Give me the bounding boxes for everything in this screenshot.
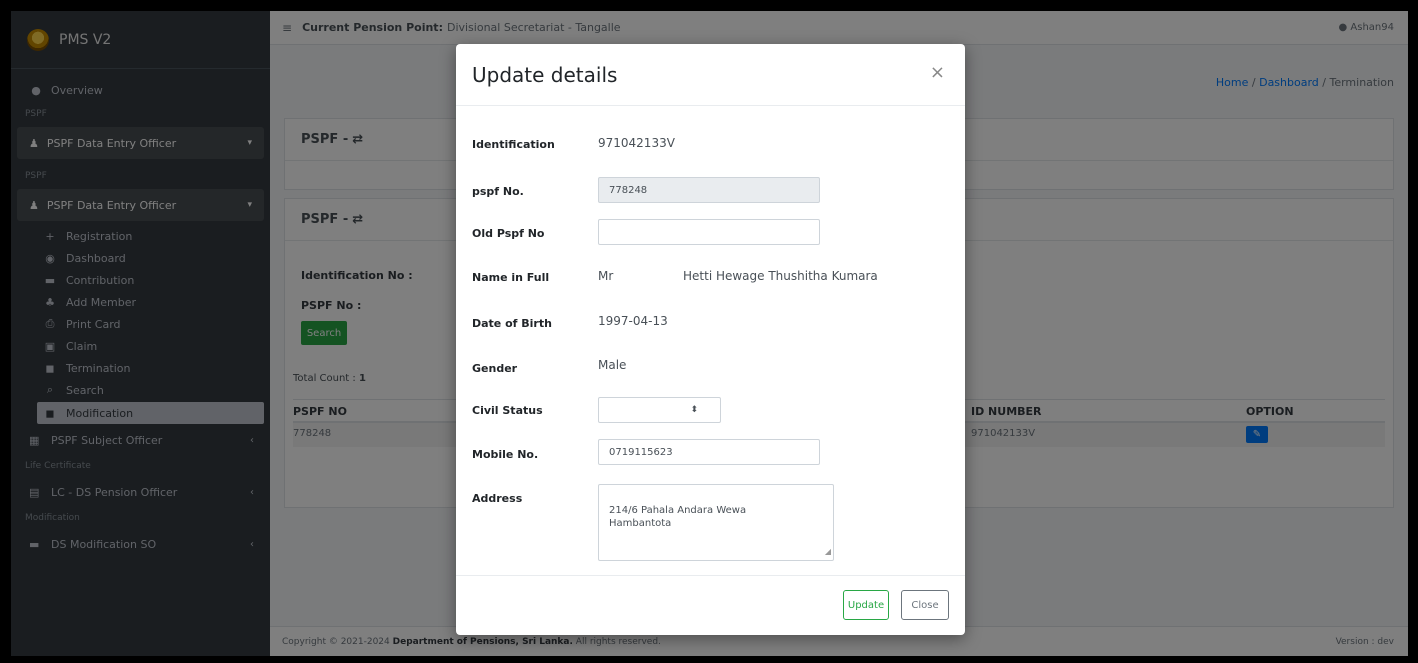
old-pspf-no-label: Old Pspf No bbox=[472, 227, 545, 240]
mobile-no-label: Mobile No. bbox=[472, 448, 539, 461]
gender-label: Gender bbox=[472, 362, 518, 375]
pspf-no-input: 778248 bbox=[598, 177, 820, 203]
mobile-no-input[interactable]: 0719115623 bbox=[598, 439, 820, 465]
modal-title: Update details bbox=[472, 62, 618, 87]
identification-label: Identification bbox=[472, 138, 555, 151]
name-in-full-value: Hetti Hewage Thushitha Kumara bbox=[683, 269, 878, 283]
old-pspf-no-input[interactable] bbox=[598, 219, 820, 245]
resize-handle-icon[interactable]: ◢ bbox=[825, 545, 831, 558]
civil-status-select[interactable]: ⬍ bbox=[598, 397, 721, 423]
civil-status-label: Civil Status bbox=[472, 404, 543, 417]
pspf-no-label: pspf No. bbox=[472, 185, 524, 198]
identification-value: 971042133V bbox=[598, 136, 675, 150]
date-of-birth-label: Date of Birth bbox=[472, 317, 552, 330]
address-textarea[interactable]: 214/6 Pahala Andara Wewa Hambantota ◢ bbox=[598, 484, 834, 561]
name-in-full-label: Name in Full bbox=[472, 271, 550, 284]
address-value: 214/6 Pahala Andara Wewa Hambantota bbox=[609, 505, 747, 529]
name-title: Mr bbox=[598, 269, 614, 283]
update-button[interactable]: Update bbox=[843, 590, 889, 620]
close-button[interactable]: Close bbox=[901, 590, 949, 620]
modal-header: Update details × bbox=[456, 44, 965, 106]
app-window: PMS V2 ● Overview PSPF ♟ PSPF Data Entry… bbox=[11, 11, 1408, 656]
update-details-modal: Update details × Identification 97104213… bbox=[456, 44, 965, 635]
date-of-birth-value: 1997-04-13 bbox=[598, 314, 668, 328]
sort-arrows-icon: ⬍ bbox=[690, 405, 698, 415]
gender-value: Male bbox=[598, 358, 627, 372]
close-icon[interactable]: × bbox=[930, 62, 945, 83]
modal-footer: Update Close bbox=[456, 575, 965, 635]
address-label: Address bbox=[472, 492, 523, 505]
